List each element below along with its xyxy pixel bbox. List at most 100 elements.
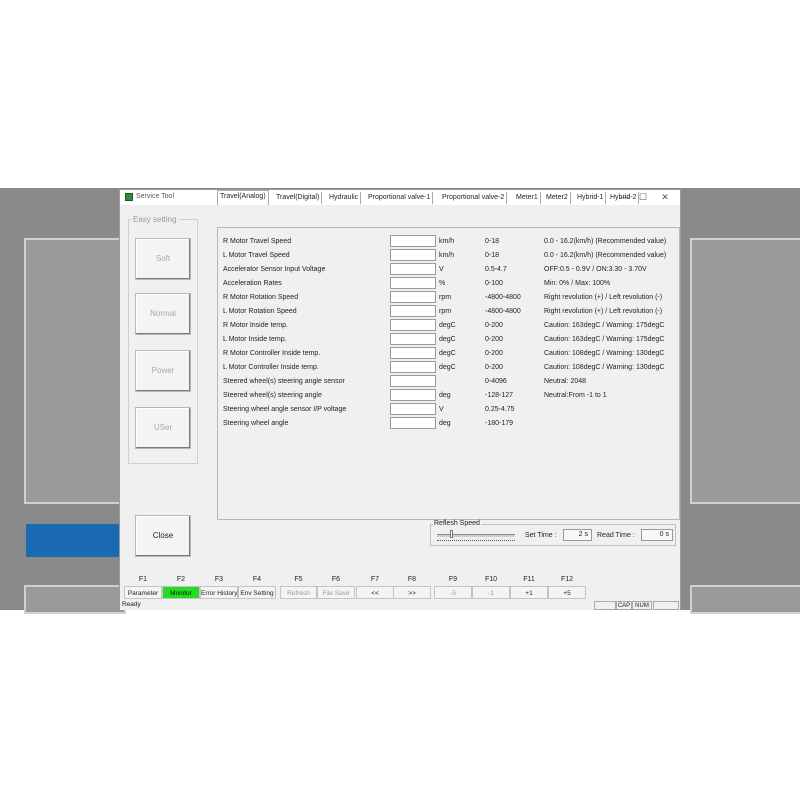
row-label: R Motor Travel Speed — [223, 238, 292, 245]
row-value-field — [390, 347, 436, 359]
fkey-button-f8[interactable]: >> — [393, 586, 431, 599]
row-note: Right revolution (+) / Left revolution (… — [544, 294, 663, 301]
row-note: Neutral:From -1 to 1 — [544, 392, 607, 399]
row-note: OFF:0.5 - 0.9V / ON:3.30 - 3.70V — [544, 266, 647, 273]
tab-hybrid-2[interactable]: Hybrid-2 — [608, 192, 640, 204]
monitor-row: L Motor Inside temp. degC 0-200 Caution: 16… — [223, 333, 683, 347]
row-value-field — [390, 291, 436, 303]
tab-travel-digital[interactable]: Travel(Digital) — [274, 192, 323, 204]
tab-meter2[interactable]: Meter2 — [544, 192, 571, 204]
row-label: R Motor Rotation Speed — [223, 294, 299, 301]
fkey-label-f9: F9 — [448, 576, 458, 583]
normal-button[interactable]: Normal — [135, 293, 191, 335]
fkey-label-f8: F8 — [407, 576, 417, 583]
monitor-row: R Motor Controller Inside temp. degC 0-200… — [223, 347, 683, 361]
status-blank — [594, 601, 616, 610]
fkey-button-f11[interactable]: +1 — [510, 586, 548, 599]
row-value-field — [390, 319, 436, 331]
row-note: 0.0 - 16.2(km/h) (Recommended value) — [544, 238, 667, 245]
fkey-button-f9[interactable]: -5 — [434, 586, 472, 599]
window-title: Service Tool — [136, 193, 175, 200]
close-button[interactable]: Close — [135, 515, 191, 557]
row-note: Right revolution (+) / Left revolution (… — [544, 308, 663, 315]
background-panel-bottom-right — [690, 585, 800, 614]
row-value-field — [390, 333, 436, 345]
row-value-field — [390, 403, 436, 415]
row-unit: V — [439, 406, 444, 413]
row-range: 0-200 — [485, 350, 503, 357]
row-unit: % — [439, 280, 446, 287]
fkey-label-f3: F3 — [214, 576, 224, 583]
row-range: 0-100 — [485, 280, 503, 287]
row-label: L Motor Inside temp. — [223, 336, 287, 343]
monitor-row: Acceleration Rates% 0-100 Min: 0% / Max: 1… — [223, 277, 683, 291]
fkey-label-f4: F4 — [252, 576, 262, 583]
background-panel-right — [690, 238, 800, 504]
refresh-slider-thumb[interactable] — [450, 530, 453, 538]
fkey-button-f2[interactable]: Monitor — [162, 586, 200, 599]
row-label: Steering wheel angle sensor I/P voltage — [223, 406, 347, 413]
close-window-button[interactable]: ✕ — [652, 191, 678, 203]
row-unit: deg — [439, 392, 451, 399]
fkey-button-f4[interactable]: Env Setting — [238, 586, 276, 599]
fkey-button-f1[interactable]: Parameter — [124, 586, 162, 599]
tab-travel-analog[interactable]: Travel(Analog) — [217, 190, 269, 205]
monitor-row: L Motor Rotation Speed rpm -4800-4800 Right… — [223, 305, 683, 319]
fkey-button-f3[interactable]: Error History — [200, 586, 238, 599]
background-panel-bottom-left — [24, 585, 126, 614]
row-label: Steered wheel(s) steering angle — [223, 392, 322, 399]
row-range: -180-179 — [485, 420, 514, 427]
row-value-field — [390, 417, 436, 429]
row-note: Min: 0% / Max: 100% — [544, 280, 611, 287]
row-unit: rpm — [439, 308, 452, 315]
monitor-row: Steering wheel angle sensor I/P voltage V… — [223, 403, 683, 417]
set-time-label: Set Time : — [525, 532, 557, 539]
refresh-slider-track[interactable] — [437, 534, 515, 537]
power-button[interactable]: Power — [135, 350, 191, 392]
row-range: 0.5-4.7 — [485, 266, 507, 273]
row-unit: deg — [439, 420, 451, 427]
tab-hybrid-1[interactable]: Hybrid-1 — [575, 192, 607, 204]
row-range: 0-18 — [485, 252, 500, 259]
fkey-button-f6[interactable]: File Save — [317, 586, 355, 599]
read-time-label: Read Time : — [597, 532, 635, 539]
row-note: Caution: 163degC / Warning: 175degC — [544, 336, 665, 343]
row-range: 0.25-4.75 — [485, 406, 515, 413]
tab-proportional-valve-2[interactable]: Proportional valve-2 — [440, 192, 508, 204]
row-value-field — [390, 389, 436, 401]
monitor-row: Accelerator Sensor Input Voltage V 0.5-4.7… — [223, 263, 683, 277]
tab-meter1[interactable]: Meter1 — [514, 192, 541, 204]
row-label: Acceleration Rates — [223, 280, 282, 287]
refresh-slider-ticks — [437, 539, 515, 541]
fkey-button-f12[interactable]: +5 — [548, 586, 586, 599]
row-note: Caution: 163degC / Warning: 175degC — [544, 322, 665, 329]
row-range: -128-127 — [485, 392, 514, 399]
read-time-value: 0 s — [641, 529, 673, 541]
fkey-button-f7[interactable]: << — [356, 586, 394, 599]
user-button[interactable]: USer — [135, 407, 191, 449]
service-tool-window: Service Tool — ☐ ✕ Easy setting Soft Nor… — [119, 189, 681, 610]
monitor-row: R Motor Travel Speed km/h 0-18 0.0 - 16.2(k… — [223, 235, 683, 249]
background-highlight-bar — [26, 524, 122, 557]
row-range: 0-4096 — [485, 378, 507, 385]
row-label: Steered wheel(s) steering angle sensor — [223, 378, 345, 385]
row-unit: km/h — [439, 252, 455, 259]
fkey-label-f2: F2 — [176, 576, 186, 583]
fkey-button-f5[interactable]: Refresh — [280, 586, 317, 599]
row-range: 0-200 — [485, 336, 503, 343]
monitor-row: Steering wheel angle deg -180-179 — [223, 417, 683, 431]
soft-button[interactable]: Soft — [135, 238, 191, 280]
status-text: Ready — [122, 601, 141, 608]
monitor-row: Steered wheel(s) steering angle deg -128-1… — [223, 389, 683, 403]
fkey-label-f6: F6 — [331, 576, 341, 583]
row-value-field — [390, 305, 436, 317]
row-label: Steering wheel angle — [223, 420, 289, 427]
row-unit: V — [439, 266, 444, 273]
row-note: 0.0 - 16.2(km/h) (Recommended value) — [544, 252, 667, 259]
tab-hydraulic[interactable]: Hydraulic — [327, 192, 362, 204]
row-value-field — [390, 263, 436, 275]
fkey-button-f10[interactable]: -1 — [472, 586, 510, 599]
tab-proportional-valve-1[interactable]: Proportional valve-1 — [366, 192, 434, 204]
set-time-value: 2 s — [563, 529, 592, 541]
row-label: R Motor Inside temp. — [223, 322, 288, 329]
